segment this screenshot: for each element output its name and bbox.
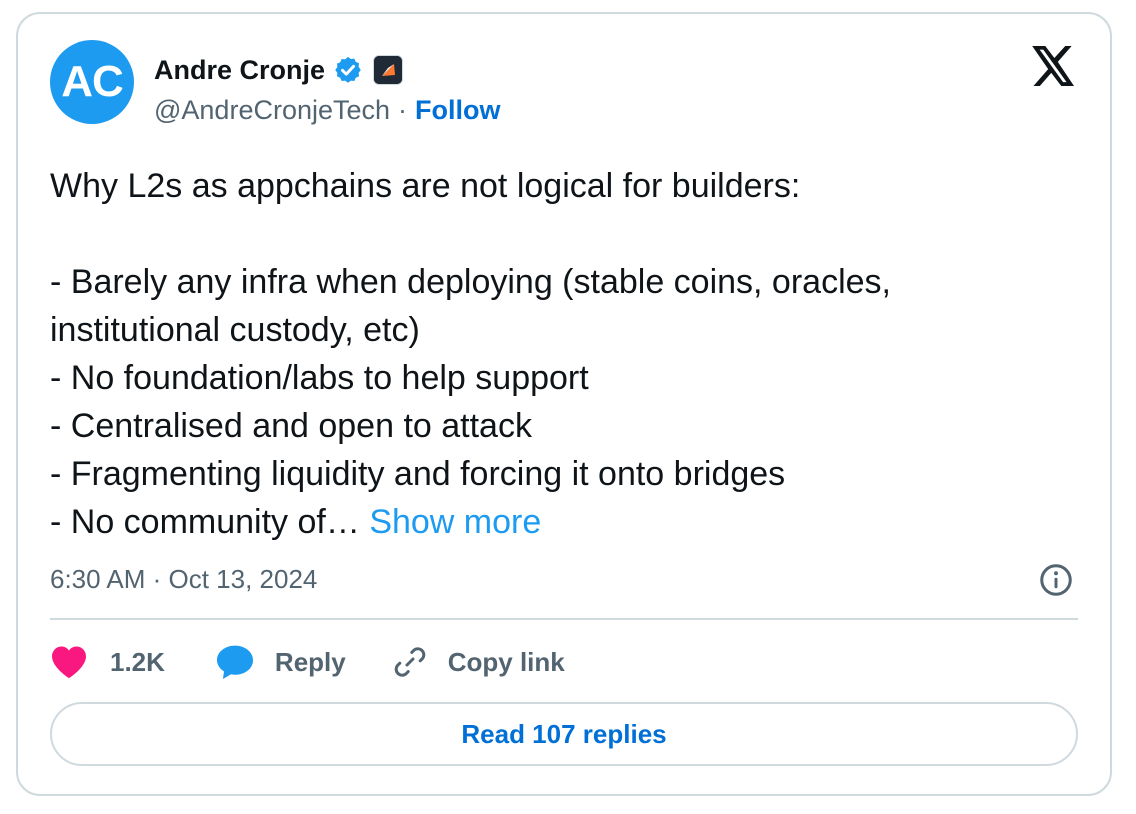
tweet-line bbox=[50, 210, 1080, 258]
affiliate-badge-icon[interactable] bbox=[373, 55, 404, 85]
like-count: 1.2K bbox=[110, 646, 165, 677]
avatar-initials: AC bbox=[61, 57, 124, 106]
divider bbox=[50, 618, 1078, 620]
tweet-line: institutional custody, etc) bbox=[50, 311, 420, 349]
tweet-line: - Centralised and open to attack bbox=[50, 407, 532, 445]
handle-separator: · bbox=[398, 94, 408, 125]
tweet-card: AC Andre Cronje @AndreCronjeTech · Follo… bbox=[16, 12, 1112, 796]
action-bar: 1.2K Reply Copy link bbox=[50, 638, 565, 686]
heart-icon bbox=[50, 645, 88, 679]
read-replies-label: Read 107 replies bbox=[461, 718, 667, 749]
follow-link[interactable]: Follow bbox=[415, 95, 500, 126]
avatar[interactable]: AC bbox=[50, 40, 134, 124]
tweet-line: - Fragmenting liquidity and forcing it o… bbox=[50, 455, 786, 493]
author-name[interactable]: Andre Cronje bbox=[154, 55, 325, 86]
show-more-link[interactable]: Show more bbox=[369, 503, 541, 541]
copy-link-label: Copy link bbox=[447, 646, 565, 677]
tweet-text: Why L2s as appchains are not logical for… bbox=[50, 162, 1080, 546]
tweet-timestamp[interactable]: 6:30 AM · Oct 13, 2024 bbox=[50, 559, 317, 599]
reply-button[interactable]: Reply bbox=[215, 644, 346, 680]
info-icon[interactable] bbox=[1038, 562, 1074, 598]
tweet-line: Why L2s as appchains are not logical for… bbox=[50, 167, 801, 205]
reply-label: Reply bbox=[274, 646, 346, 677]
tweet-line: - Barely any infra when deploying (stabl… bbox=[50, 263, 891, 301]
like-button[interactable]: 1.2K bbox=[50, 645, 165, 679]
author-name-row: Andre Cronje bbox=[154, 50, 404, 90]
read-replies-button[interactable]: Read 107 replies bbox=[50, 702, 1078, 766]
tweet-last-line: - No community of… Show more bbox=[50, 498, 1080, 546]
x-logo-icon[interactable] bbox=[1032, 46, 1076, 86]
copy-link-button[interactable]: Copy link bbox=[392, 644, 565, 680]
tweet-truncated-text: - No community of… bbox=[50, 503, 370, 541]
tweet-line: - No foundation/labs to help support bbox=[50, 359, 589, 397]
author-handle[interactable]: @AndreCronjeTech bbox=[154, 95, 390, 126]
link-icon bbox=[392, 644, 428, 680]
reply-bubble-icon bbox=[215, 644, 255, 680]
handle-row: @AndreCronjeTech · Follow bbox=[154, 92, 501, 128]
verified-badge-icon bbox=[333, 55, 363, 85]
